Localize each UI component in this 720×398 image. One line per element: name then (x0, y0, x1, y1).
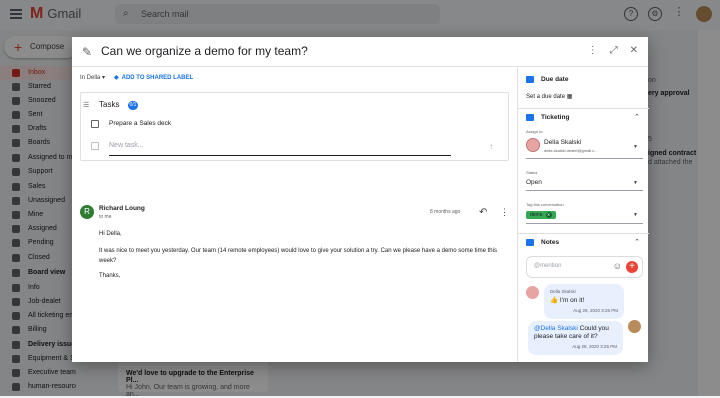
message-time: 8 months ago (430, 209, 461, 215)
status-label: Status (526, 170, 538, 175)
tasks-count-badge: 0/1 (128, 101, 138, 110)
reply-icon[interactable]: ↶ (479, 207, 487, 218)
add-shared-label-button[interactable]: ◆ ADD TO SHARED LABEL (114, 74, 193, 81)
task-label: Prepare a Sales deck (109, 120, 172, 127)
date-picker-icon: ▦ (566, 94, 573, 100)
calendar-icon (526, 76, 534, 83)
conversation-modal: ✎ Can we organize a demo for my team? ⋮ … (72, 37, 649, 362)
assignee-name: Della Skalski (544, 139, 582, 146)
tag-label: Tag this conversation (526, 202, 564, 207)
note-text: 👍 I'm on it! (550, 297, 585, 304)
expand-icon[interactable]: ⤢ (610, 45, 618, 56)
status-value: Open (526, 179, 542, 186)
new-task-placeholder: New task... (109, 142, 144, 149)
status-underline (526, 190, 643, 191)
sender-name: Richard Loung (99, 205, 145, 212)
remove-tag-icon[interactable]: ✕ (545, 212, 552, 218)
tasks-list-icon: ☰ (83, 102, 90, 109)
tasks-panel: ☰ Tasks 0/1 Prepare a Sales deck New tas… (80, 92, 509, 161)
notes-chat-icon (526, 239, 534, 246)
message-more-icon[interactable]: ⋮ (500, 207, 509, 218)
note-time: Aug 28, 2020 3:26 PM (573, 308, 618, 313)
conversation-title: Can we organize a demo for my team? (101, 44, 308, 58)
tag-underline (526, 223, 643, 224)
note-author-avatar (628, 320, 641, 333)
due-date-value: Set a due date (526, 94, 566, 100)
tasks-title: Tasks (99, 100, 120, 109)
note-bubble: @Della Skalski Could you please take car… (528, 321, 623, 355)
ticket-icon (526, 114, 534, 121)
new-task-input[interactable]: New task... ↑ (91, 142, 493, 156)
note-mention[interactable]: @Della Skalski (534, 325, 578, 332)
tag-caret-icon: ▼ (633, 212, 638, 218)
task-checkbox[interactable] (91, 120, 99, 128)
assignee-underline (526, 158, 643, 159)
ticket-side-panel: Due date Set a due date ▦ Ticketing ⌃ As… (517, 68, 649, 362)
label-tag-icon: ◆ (114, 75, 119, 81)
due-date-title: Due date (541, 76, 569, 84)
note-author: Della Skalski (550, 289, 576, 294)
sender-avatar: R (80, 205, 94, 219)
assignee-caret-icon: ▼ (633, 144, 638, 150)
label-dropdown[interactable]: In Della ▾ (80, 74, 105, 81)
due-date-header: Due date (526, 76, 568, 83)
note-time: Aug 28, 2020 3:26 PM (572, 344, 617, 349)
assignee-avatar (526, 138, 540, 152)
shared-label-text: ADD TO SHARED LABEL (121, 75, 194, 81)
notes-header[interactable]: Notes (526, 239, 559, 246)
in-label-text: In Della (80, 75, 101, 81)
assignee-email: della.skalski.dealet@gmail.c... (544, 148, 598, 153)
note-author-avatar (526, 286, 539, 299)
notes-title: Notes (541, 239, 560, 247)
tag-chip-text: demo (530, 212, 543, 218)
new-task-checkbox (91, 142, 99, 150)
submit-arrow-icon[interactable]: ↑ (489, 142, 493, 151)
input-underline (109, 155, 451, 156)
tag-chip: demo ✕ (526, 211, 556, 219)
add-note-button[interactable]: + (626, 261, 638, 273)
status-caret-icon: ▼ (633, 180, 638, 186)
more-options-icon[interactable]: ⋮ (588, 45, 598, 56)
ticketing-header[interactable]: Ticketing (526, 114, 569, 121)
recipient-text: to me (99, 214, 112, 220)
assign-to-label: Assign to (526, 129, 543, 134)
emoji-icon[interactable]: ☺ (613, 261, 622, 271)
message-closing: Thanks, (99, 273, 121, 279)
conversation-pane: In Della ▾ ◆ ADD TO SHARED LABEL ☰ Tasks … (72, 68, 517, 362)
note-input[interactable]: @mention ☺ + (526, 256, 643, 278)
set-due-date-button[interactable]: Set a due date ▦ (526, 93, 572, 100)
edit-pencil-icon[interactable]: ✎ (82, 45, 92, 59)
modal-header: ✎ Can we organize a demo for my team? ⋮ … (72, 37, 648, 67)
message-body: It was nice to meet you yesterday. Our t… (99, 248, 497, 264)
note-bubble: Della Skalski 👍 I'm on it! Aug 28, 2020 … (544, 284, 624, 319)
close-icon[interactable]: ✕ (630, 45, 638, 56)
note-placeholder: @mention (534, 263, 562, 269)
chevron-up-icon[interactable]: ⌃ (634, 113, 640, 121)
message-greeting: Hi Della, (99, 231, 122, 237)
chevron-up-icon[interactable]: ⌃ (634, 238, 640, 246)
ticketing-title: Ticketing (541, 114, 570, 122)
